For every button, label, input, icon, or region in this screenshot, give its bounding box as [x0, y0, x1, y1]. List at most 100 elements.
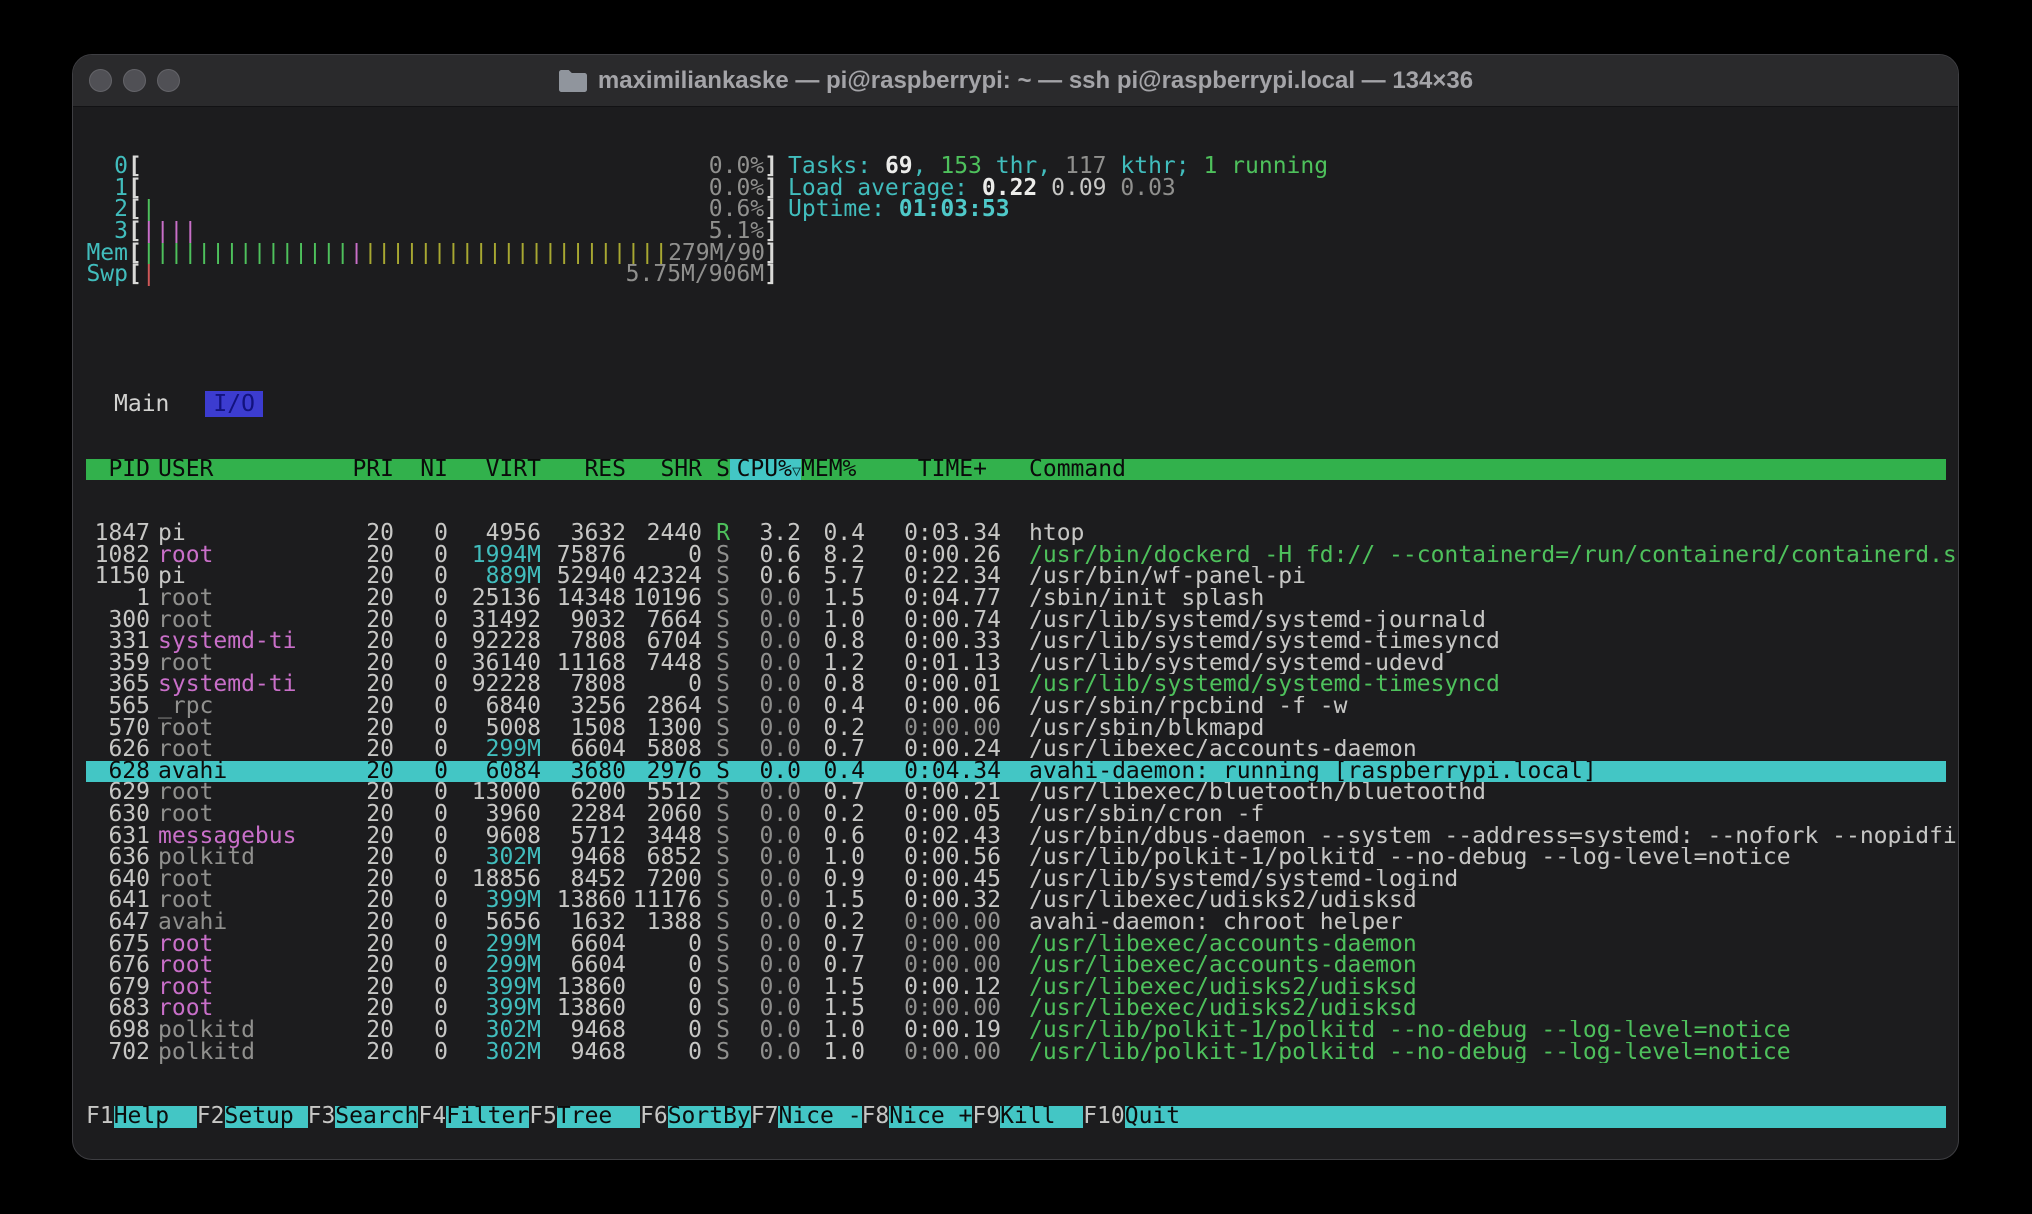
- fnkey-nice-minus[interactable]: Nice -: [778, 1106, 861, 1128]
- process-row[interactable]: 675root200299M66040S0.00.70:00.00/usr/li…: [86, 934, 1946, 956]
- meter-value: 279M/906M: [668, 243, 764, 265]
- process-row[interactable]: 300root2003149290327664S0.01.00:00.74/us…: [86, 610, 1946, 632]
- meter-bar-area: 0.0%: [142, 156, 764, 178]
- process-row[interactable]: 331systemd-ti2009222878086704S0.00.80:00…: [86, 631, 1946, 653]
- cpu2-meter: 2[|0.6%]: [86, 199, 778, 221]
- meter-bracket-open: [: [128, 264, 142, 286]
- process-row[interactable]: 679root200399M138600S0.01.50:00.12/usr/l…: [86, 977, 1946, 999]
- meter-caption: Swp: [86, 264, 128, 286]
- cell-cmd: avahi-daemon: chroot helper: [1029, 912, 1946, 934]
- process-row[interactable]: 640root2001885684527200S0.00.90:00.45/us…: [86, 869, 1946, 891]
- htop-screen: 0[0.0%]1[0.0%]2[|0.6%]3[||||5.1%]Mem[|||…: [73, 107, 1946, 1160]
- fnkey-number-quit: F10: [1083, 1106, 1125, 1128]
- column-header-res[interactable]: RES: [541, 459, 626, 481]
- process-row[interactable]: 359root20036140111687448S0.01.20:01.13/u…: [86, 653, 1946, 675]
- cell-pri: 20: [308, 1042, 394, 1064]
- process-row[interactable]: 570root200500815081300S0.00.20:00.00/usr…: [86, 718, 1946, 740]
- process-table-body: 1847pi200495636322440R3.20.40:03.34htop1…: [86, 523, 1946, 1063]
- process-row[interactable]: 628avahi200608436802976S0.00.40:04.34ava…: [86, 761, 1946, 783]
- header-meters-area: 0[0.0%]1[0.0%]2[|0.6%]3[||||5.1%]Mem[|||…: [86, 156, 1946, 286]
- fnkey-search[interactable]: Search: [335, 1106, 418, 1128]
- column-header-pid[interactable]: PID: [86, 459, 150, 481]
- process-row[interactable]: 636polkitd200302M94686852S0.01.00:00.56/…: [86, 847, 1946, 869]
- fnkey-sortby[interactable]: SortBy: [668, 1106, 751, 1128]
- fnkey-tree[interactable]: Tree: [557, 1106, 640, 1128]
- cpu1-meter: 1[0.0%]: [86, 178, 778, 200]
- cell-cmd: /usr/sbin/blkmapd: [1029, 718, 1946, 740]
- meter-bars: ||||||||||||||||||||||||||||||||||||||: [142, 243, 668, 265]
- column-header-ni[interactable]: NI: [394, 459, 448, 481]
- fnkey-number-tree: F5: [529, 1106, 557, 1128]
- cell-cmd: /usr/libexec/udisks2/udisksd: [1029, 977, 1946, 999]
- process-row[interactable]: 630root200396022842060S0.00.20:00.05/usr…: [86, 804, 1946, 826]
- process-row[interactable]: 565_rpc200684032562864S0.00.40:00.06/usr…: [86, 696, 1946, 718]
- mem-meter: Mem[||||||||||||||||||||||||||||||||||||…: [86, 243, 778, 265]
- process-row[interactable]: 1root200251361434810196S0.01.50:04.77/sb…: [86, 588, 1946, 610]
- fnkey-setup[interactable]: Setup: [225, 1106, 308, 1128]
- column-header-mem[interactable]: MEM%: [801, 459, 865, 481]
- meter-bars: ||||: [142, 221, 197, 243]
- process-row[interactable]: 1847pi200495636322440R3.20.40:03.34htop: [86, 523, 1946, 545]
- fnkey-number-nice-minus: F7: [751, 1106, 779, 1128]
- cell-cmd: /usr/lib/systemd/systemd-logind: [1029, 869, 1946, 891]
- process-row[interactable]: 1082root2001994M758760S0.68.20:00.26/usr…: [86, 545, 1946, 567]
- cpu3-meter: 3[||||5.1%]: [86, 221, 778, 243]
- meter-value: 5.75M/906M: [626, 264, 764, 286]
- process-row[interactable]: 365systemd-ti2009222878080S0.00.80:00.01…: [86, 674, 1946, 696]
- tab-main[interactable]: Main: [114, 391, 169, 417]
- process-row[interactable]: 702polkitd200302M94680S0.01.00:00.00/usr…: [86, 1042, 1946, 1064]
- cell-user: polkitd: [158, 1042, 308, 1064]
- cell-cpu: 0.0: [730, 1042, 801, 1064]
- meter-column: 0[0.0%]1[0.0%]2[|0.6%]3[||||5.1%]Mem[|||…: [86, 156, 778, 286]
- column-header-cpu[interactable]: CPU%▽: [730, 459, 801, 481]
- column-header-user[interactable]: USER: [158, 459, 308, 481]
- process-row[interactable]: 626root200299M66045808S0.00.70:00.24/usr…: [86, 739, 1946, 761]
- column-header-shr[interactable]: SHR: [626, 459, 702, 481]
- process-row[interactable]: 683root200399M138600S0.01.50:00.00/usr/l…: [86, 998, 1946, 1020]
- meter-bar-area: |0.6%: [142, 199, 764, 221]
- fnkey-quit[interactable]: Quit: [1125, 1106, 1946, 1128]
- cell-res: 9468: [541, 1042, 626, 1064]
- cell-time: 0:00.00: [865, 1042, 1001, 1064]
- tab-io[interactable]: I/O: [205, 391, 263, 417]
- cell-cmd: /usr/libexec/accounts-daemon: [1029, 934, 1946, 956]
- fnkey-kill[interactable]: Kill: [1000, 1106, 1083, 1128]
- column-header-time[interactable]: TIME+: [865, 459, 1001, 481]
- cell-cmd: /sbin/init splash: [1029, 588, 1946, 610]
- process-row[interactable]: 1150pi200889M5294042324S0.65.70:22.34/us…: [86, 566, 1946, 588]
- process-row[interactable]: 629root2001300062005512S0.00.70:00.21/us…: [86, 782, 1946, 804]
- fnkey-nice-plus[interactable]: Nice +: [889, 1106, 972, 1128]
- folder-icon: [558, 69, 588, 93]
- cell-pid: 702: [86, 1042, 150, 1064]
- column-header-virt[interactable]: VIRT: [448, 459, 541, 481]
- cell-cmd: /usr/libexec/bluetooth/bluetoothd: [1029, 782, 1946, 804]
- process-row[interactable]: 698polkitd200302M94680S0.01.00:00.19/usr…: [86, 1020, 1946, 1042]
- meter-bar-area: ||||||||||||||||||||||||||||||||||||||27…: [142, 243, 764, 265]
- cell-cmd: /usr/libexec/accounts-daemon: [1029, 739, 1946, 761]
- cell-mem: 1.0: [801, 1042, 865, 1064]
- meter-bracket-close: ]: [764, 264, 778, 286]
- process-row[interactable]: 647avahi200565616321388S0.00.20:00.00ava…: [86, 912, 1946, 934]
- process-row[interactable]: 676root200299M66040S0.00.70:00.00/usr/li…: [86, 955, 1946, 977]
- cell-cmd: /usr/lib/systemd/systemd-timesyncd: [1029, 631, 1946, 653]
- column-header-pri[interactable]: PRI: [308, 459, 394, 481]
- meter-bars: |: [142, 264, 156, 286]
- column-header-s[interactable]: S: [702, 459, 730, 481]
- function-key-bar: F1Help F2Setup F3SearchF4FilterF5Tree F6…: [86, 1106, 1946, 1128]
- fnkey-help[interactable]: Help: [114, 1106, 197, 1128]
- fnkey-number-nice-plus: F8: [862, 1106, 890, 1128]
- meter-value: 0.0%: [709, 178, 764, 200]
- column-header-cmd[interactable]: Command: [1029, 459, 1946, 481]
- process-row[interactable]: 641root200399M1386011176S0.01.50:00.32/u…: [86, 890, 1946, 912]
- cell-cmd: /usr/lib/systemd/systemd-timesyncd: [1029, 674, 1946, 696]
- cell-cmd: /usr/libexec/udisks2/udisksd: [1029, 890, 1946, 912]
- meter-bar-area: 0.0%: [142, 178, 764, 200]
- terminal-window: maximiliankaske — pi@raspberrypi: ~ — ss…: [72, 54, 1959, 1160]
- process-row[interactable]: 631messagebus200960857123448S0.00.60:02.…: [86, 826, 1946, 848]
- cell-cmd: avahi-daemon: running [raspberrypi.local…: [1029, 761, 1946, 783]
- fnkey-number-help: F1: [86, 1106, 114, 1128]
- stats-column: Tasks: 69, 153 thr, 117 kthr; 1 runningL…: [788, 156, 1946, 221]
- fnkey-filter[interactable]: Filter: [446, 1106, 529, 1128]
- cell-cmd: /usr/lib/polkit-1/polkitd --no-debug --l…: [1029, 847, 1946, 869]
- title-area: maximiliankaske — pi@raspberrypi: ~ — ss…: [73, 55, 1958, 106]
